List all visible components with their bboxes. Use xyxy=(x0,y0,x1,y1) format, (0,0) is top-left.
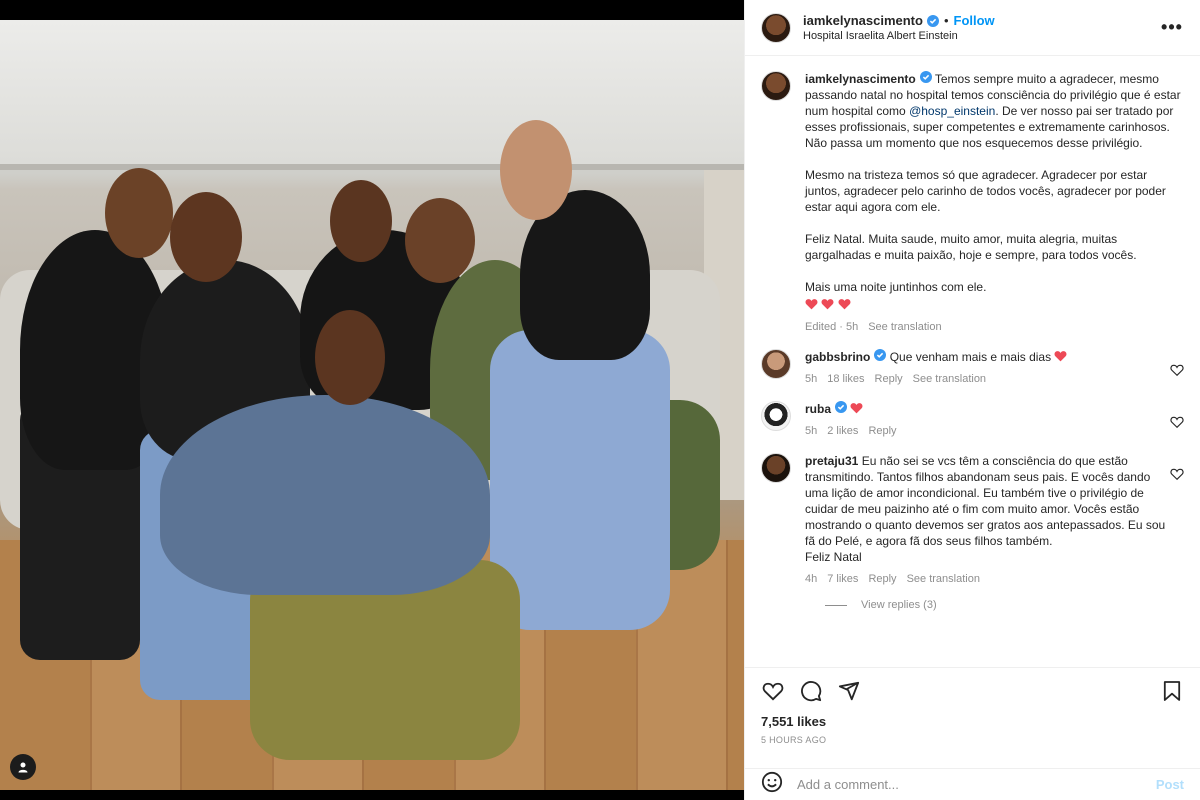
post-header: iamkelynascimento • Follow Hospital Isra… xyxy=(745,0,1200,56)
red-heart-emoji-icon xyxy=(838,299,851,310)
comments-list[interactable]: iamkelynascimento Temos sempre muito a a… xyxy=(745,57,1200,667)
comment-item: ruba 5h 2 likes Reply xyxy=(761,401,1184,439)
comment-icon[interactable] xyxy=(799,679,823,703)
commenter-avatar[interactable] xyxy=(761,349,791,379)
share-icon[interactable] xyxy=(837,679,861,703)
comment-text: Que venham mais e mais dias xyxy=(889,350,1052,364)
comment-time: 5h xyxy=(805,425,818,437)
reply-button[interactable]: Reply xyxy=(868,423,896,439)
post-timestamp: 5 HOURS AGO xyxy=(761,735,827,745)
photo-person-shape xyxy=(160,395,490,595)
photo-person-head xyxy=(500,120,572,220)
reply-button[interactable]: Reply xyxy=(875,371,903,387)
photo-person-head xyxy=(330,180,392,262)
reply-button[interactable]: Reply xyxy=(868,571,896,587)
verified-badge-icon xyxy=(874,349,887,361)
comment-item: gabbsbrino Que venham mais e mais dias 5… xyxy=(761,349,1184,387)
author-username[interactable]: iamkelynascimento xyxy=(803,13,923,28)
caption-username[interactable]: iamkelynascimento xyxy=(805,72,916,86)
post-sidebar: iamkelynascimento • Follow Hospital Isra… xyxy=(744,0,1200,800)
user-tag-icon[interactable] xyxy=(10,754,36,780)
post-comment-button[interactable]: Post xyxy=(1156,777,1184,792)
location-link[interactable]: Hospital Israelita Albert Einstein xyxy=(803,30,1160,42)
like-comment-heart-icon[interactable] xyxy=(1170,415,1184,429)
bookmark-icon[interactable] xyxy=(1160,679,1184,703)
photo-background-screen xyxy=(0,20,744,170)
caption-hearts xyxy=(805,297,1184,313)
author-avatar[interactable] xyxy=(761,12,791,43)
likes-count[interactable]: 7,551 likes xyxy=(761,714,1184,729)
post-actions-section: 7,551 likes 5 HOURS AGO xyxy=(745,667,1200,745)
view-replies-button[interactable]: View replies (3) xyxy=(825,599,1184,611)
see-translation-link[interactable]: See translation xyxy=(907,571,980,587)
comment-item: pretaju31 Eu não sei se vcs têm a consci… xyxy=(761,453,1184,587)
photo-person-head xyxy=(315,310,385,405)
comment-likes[interactable]: 18 likes xyxy=(827,371,864,387)
comment-time: 5h xyxy=(805,373,818,385)
commenter-avatar[interactable] xyxy=(761,453,791,483)
action-bar xyxy=(761,668,1184,714)
heart-icon[interactable] xyxy=(761,679,785,703)
like-comment-heart-icon[interactable] xyxy=(1170,363,1184,377)
caption-edited-time: Edited · 5h xyxy=(805,321,859,333)
caption-author-avatar[interactable] xyxy=(761,71,791,101)
see-translation-link[interactable]: See translation xyxy=(868,319,941,335)
add-comment-bar: Post xyxy=(745,768,1200,800)
separator-dot: • xyxy=(943,13,949,28)
photo-person-head xyxy=(105,168,173,258)
verified-badge-icon xyxy=(926,14,939,27)
red-heart-emoji-icon xyxy=(805,299,818,310)
view-replies-label: View replies (3) xyxy=(861,599,937,611)
photo-person-head xyxy=(170,192,242,282)
comment-time: 4h xyxy=(805,573,818,585)
caption-text-part: . De ver nosso pai ser tratado por esses… xyxy=(805,104,1174,294)
red-heart-emoji-icon xyxy=(850,403,863,414)
like-comment-heart-icon[interactable] xyxy=(1170,467,1184,481)
caption: iamkelynascimento Temos sempre muito a a… xyxy=(761,71,1184,335)
more-options-icon[interactable]: ••• xyxy=(1160,16,1184,40)
comment-text: Eu não sei se vcs têm a consciência do q… xyxy=(805,454,1166,564)
verified-badge-icon xyxy=(835,401,848,413)
commenter-username[interactable]: pretaju31 xyxy=(805,454,858,468)
add-comment-input[interactable] xyxy=(797,777,1156,792)
commenter-avatar[interactable] xyxy=(761,401,791,431)
verified-badge-icon xyxy=(919,71,932,83)
red-heart-emoji-icon xyxy=(1054,351,1067,362)
mention-link[interactable]: @hosp_einstein xyxy=(909,104,995,118)
commenter-username[interactable]: gabbsbrino xyxy=(805,350,870,364)
comment-likes[interactable]: 7 likes xyxy=(827,571,858,587)
emoji-icon[interactable] xyxy=(761,771,783,798)
comment-likes[interactable]: 2 likes xyxy=(827,423,858,439)
see-translation-link[interactable]: See translation xyxy=(913,371,986,387)
post-photo-panel xyxy=(0,0,744,800)
follow-button[interactable]: Follow xyxy=(954,13,995,28)
commenter-username[interactable]: ruba xyxy=(805,402,831,416)
photo-person-head xyxy=(405,198,475,283)
red-heart-emoji-icon xyxy=(821,299,834,310)
view-replies-line xyxy=(825,604,847,606)
post-photo[interactable] xyxy=(0,20,744,790)
